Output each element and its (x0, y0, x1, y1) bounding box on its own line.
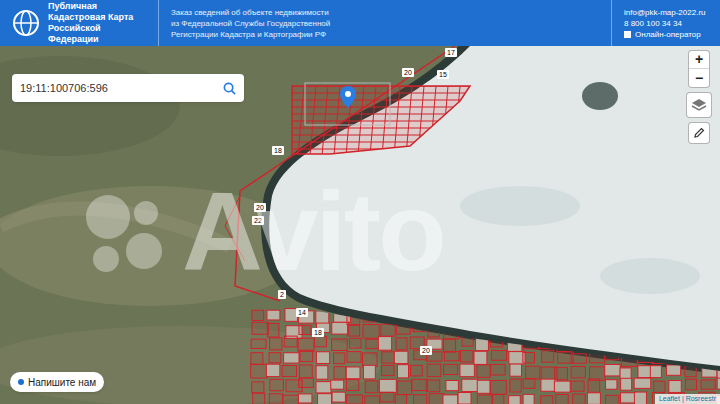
online-operator[interactable]: Онлайн-оператор (624, 29, 708, 40)
parcel-label[interactable]: 20 (420, 346, 432, 355)
search-icon[interactable] (223, 82, 236, 95)
header: Публичная Кадастровая Карта Российской Ф… (0, 0, 720, 46)
layers-button[interactable] (686, 92, 712, 118)
parcel-label[interactable]: 20 (254, 203, 266, 212)
parcel-label[interactable]: 17 (445, 48, 457, 57)
parcel-label[interactable]: 18 (272, 146, 284, 155)
pencil-icon (693, 127, 705, 139)
contacts: info@pkk-map-2022.ru 8 800 100 34 34 Онл… (612, 7, 720, 40)
parcel-label[interactable]: 22 (252, 216, 264, 225)
email[interactable]: info@pkk-map-2022.ru (624, 7, 708, 18)
layers-icon (691, 97, 707, 113)
parcel-label[interactable]: 14 (296, 308, 308, 317)
subtitle: Заказ сведений об объекте недвижимости и… (159, 7, 330, 40)
phone[interactable]: 8 800 100 34 34 (624, 18, 708, 29)
parcel-label[interactable]: 2 (278, 290, 286, 299)
parcel-label[interactable]: 18 (312, 328, 324, 337)
chat-button[interactable]: Напишите нам (10, 372, 104, 392)
draw-button[interactable] (688, 122, 710, 144)
parcel-label[interactable]: 15 (437, 70, 449, 79)
parcel-label[interactable]: 20 (402, 68, 414, 77)
zoom-out-button[interactable]: − (689, 69, 709, 87)
map-pin-icon[interactable] (340, 86, 356, 108)
zoom-in-button[interactable]: + (689, 51, 709, 69)
zoom-control: + − (688, 50, 710, 88)
search-box[interactable]: 19:11:100706:596 (12, 74, 244, 102)
attribution: Leaflet | Rosreestr (655, 394, 720, 404)
logo[interactable]: Публичная Кадастровая Карта Российской Ф… (0, 0, 158, 46)
watermark: Avito (80, 176, 444, 288)
globe-icon (12, 9, 40, 37)
avito-logo-icon (80, 187, 170, 277)
operator-checkbox[interactable] (624, 31, 631, 38)
map[interactable]: 17 20 15 18 20 2 14 22 18 20 Avito 19:11:100706:5… (0, 46, 720, 404)
search-input[interactable]: 19:11:100706:596 (20, 80, 215, 97)
